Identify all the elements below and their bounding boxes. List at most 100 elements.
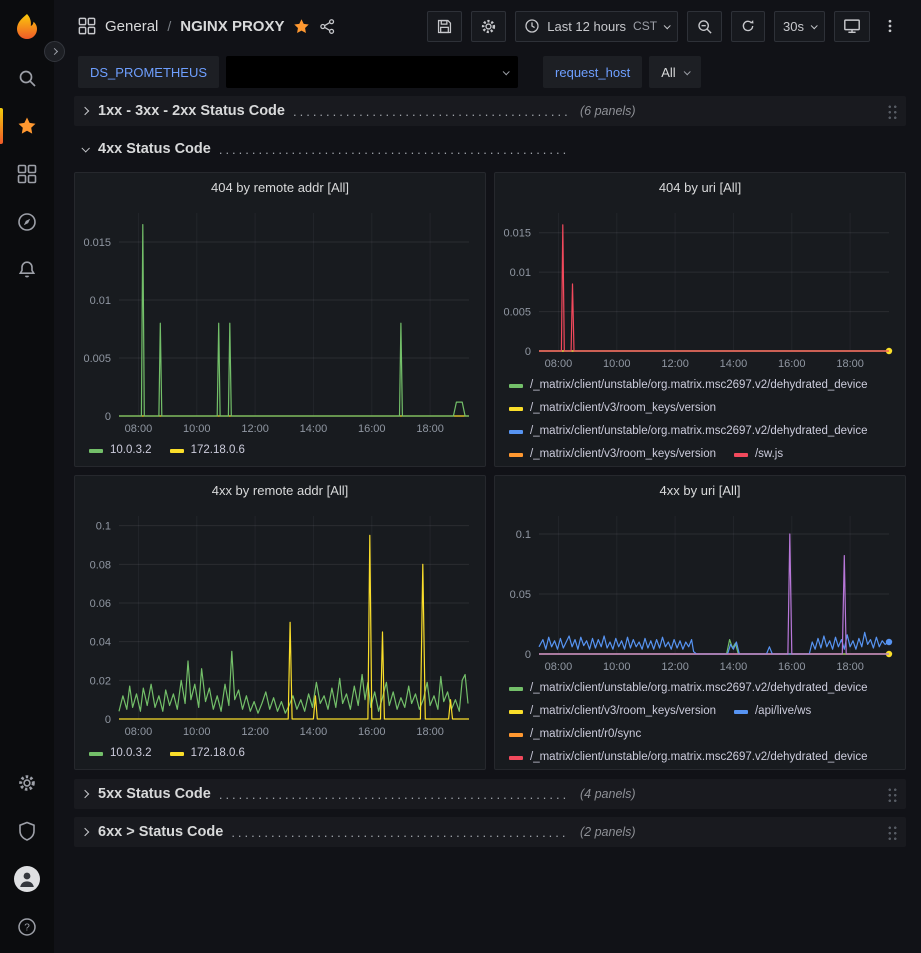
search-icon [17,68,37,88]
sidebar-item-search[interactable] [0,54,54,102]
dashboard-settings-button[interactable] [471,11,506,42]
refresh-interval-dropdown[interactable]: 30s [774,11,825,42]
chart-svg: 08:0010:0012:0014:0016:0018:0000.020.040… [75,506,485,741]
x-tick-label: 14:00 [720,358,748,370]
clock-icon [524,18,540,34]
y-tick-label: 0.08 [90,559,111,571]
save-dashboard-button[interactable] [427,11,462,42]
datasource-variable-label[interactable]: DS_PROMETHEUS [78,56,219,88]
row-6xx-status-code[interactable]: 6xx > Status Code ......................… [74,817,906,847]
legend-item[interactable]: /_matrix/client/v3/room_keys/version [509,397,716,420]
panel-title[interactable]: 404 by remote addr [All] [75,173,485,203]
time-series-plot[interactable]: 08:0010:0012:0014:0016:0018:0000.0050.01… [75,203,485,438]
legend-item[interactable]: /sw.js [734,443,783,466]
chevron-down-icon [503,68,510,75]
sidebar-item-dashboards[interactable] [0,150,54,198]
explore-compass-icon [17,212,37,232]
apps-grid-icon [78,17,96,35]
sidebar-item-configuration[interactable] [0,759,54,807]
x-tick-label: 16:00 [358,726,386,738]
legend: 10.0.3.2 172.18.0.6 [75,438,485,466]
time-range-picker[interactable]: Last 12 hours CST [515,11,678,42]
x-tick-label: 16:00 [778,661,806,673]
zoom-out-button[interactable] [687,11,722,42]
sidebar-item-explore[interactable] [0,198,54,246]
sidebar-nav: ? [0,0,54,953]
legend-item[interactable]: /api/live/ws [734,700,811,723]
row-title: 5xx Status Code [98,786,211,802]
legend-item[interactable]: 172.18.0.6 [170,742,245,765]
legend-swatch-icon [509,453,523,457]
leader-dots: ........................................… [219,142,568,157]
grafana-app: ? General / NGINX PROXY [0,0,921,953]
y-tick-label: 0.005 [503,307,531,319]
x-tick-label: 14:00 [300,423,328,435]
panel-count: (4 panels) [580,787,636,801]
sidebar-item-alerting[interactable] [0,246,54,294]
x-tick-label: 08:00 [545,358,573,370]
x-tick-label: 14:00 [300,726,328,738]
row-title: 1xx - 3xx - 2xx Status Code [98,103,285,119]
datasource-select[interactable] [226,56,518,88]
time-series-plot[interactable]: 08:0010:0012:0014:0016:0018:0000.020.040… [75,506,485,741]
x-tick-label: 10:00 [183,726,211,738]
more-options-button[interactable] [879,11,901,42]
sidebar-item-help[interactable]: ? [0,903,54,951]
legend-item[interactable]: 10.0.3.2 [89,742,152,765]
legend-label: 10.0.3.2 [110,742,152,765]
share-icon[interactable] [319,18,336,35]
favorite-star-icon[interactable] [293,18,310,35]
panel-404-by-remote-addr: 404 by remote addr [All] 08:0010:0012:00… [74,172,486,467]
row-header-left: 5xx Status Code ........................… [98,786,576,802]
series-line [119,651,468,713]
legend-swatch-icon [89,449,103,453]
breadcrumb-section[interactable]: General [105,18,158,35]
panel-title[interactable]: 4xx by uri [All] [495,476,905,506]
legend-swatch-icon [509,756,523,760]
panel-4xx-by-uri: 4xx by uri [All] 08:0010:0012:0014:0016:… [494,475,906,770]
time-series-plot[interactable]: 08:0010:0012:0014:0016:0018:0000.050.1 [495,506,905,676]
legend-item[interactable]: 172.18.0.6 [170,439,245,462]
panel-title[interactable]: 4xx by remote addr [All] [75,476,485,506]
legend-label: 172.18.0.6 [191,742,245,765]
y-tick-label: 0 [105,714,111,726]
main-area: General / NGINX PROXY [54,0,921,953]
row-5xx-status-code[interactable]: 5xx Status Code ........................… [74,779,906,809]
row-drag-handle[interactable] [887,104,898,119]
header-toolbar: Last 12 hours CST 30s [427,11,901,42]
request-host-variable-label[interactable]: request_host [543,56,642,88]
panel-count: (6 panels) [580,104,636,118]
legend-item[interactable]: /_matrix/client/r0/sync [509,723,641,746]
time-series-plot[interactable]: 08:0010:0012:0014:0016:0018:0000.0050.01… [495,203,905,373]
legend-item[interactable]: /_matrix/client/unstable/org.matrix.msc2… [509,374,868,397]
legend-item[interactable]: /_matrix/client/v3/room_keys/version [509,443,716,466]
legend-item[interactable]: /_matrix/client/v3/room_keys/version [509,700,716,723]
legend-item[interactable]: /_matrix/client/unstable/org.matrix.msc2… [509,677,868,700]
x-tick-label: 08:00 [125,726,153,738]
legend-item[interactable]: /_matrix/client/unstable/org.matrix.msc2… [509,746,868,769]
sidebar-item-server-admin[interactable] [0,807,54,855]
request-host-value-dropdown[interactable]: All [649,56,700,88]
sidebar-expand-button[interactable] [44,41,65,62]
dashboard-content: 1xx - 3xx - 2xx Status Code ............… [54,92,921,953]
x-tick-label: 18:00 [416,726,444,738]
refresh-icon [740,18,756,34]
sidebar-item-starred[interactable] [0,102,54,150]
row-1xx-3xx-2xx-status-code[interactable]: 1xx - 3xx - 2xx Status Code ............… [74,96,906,126]
cycle-view-mode-button[interactable] [834,11,870,42]
row-drag-handle[interactable] [887,787,898,802]
panel-4xx-by-remote-addr: 4xx by remote addr [All] 08:0010:0012:00… [74,475,486,770]
y-tick-label: 0.1 [516,529,531,541]
legend-item[interactable]: 10.0.3.2 [89,439,152,462]
panel-title[interactable]: 404 by uri [All] [495,173,905,203]
row-drag-handle[interactable] [887,825,898,840]
legend-swatch-icon [170,449,184,453]
dashboard-variables-bar: DS_PROMETHEUS request_host All [54,52,921,92]
refresh-button[interactable] [731,11,765,42]
legend-swatch-icon [509,687,523,691]
legend-label: /sw.js [755,443,783,466]
sidebar-item-profile[interactable] [0,855,54,903]
legend-item[interactable]: /_matrix/client/unstable/org.matrix.msc2… [509,420,868,443]
dashboard-title[interactable]: NGINX PROXY [180,18,284,35]
row-4xx-status-code[interactable]: 4xx Status Code ........................… [74,134,906,164]
